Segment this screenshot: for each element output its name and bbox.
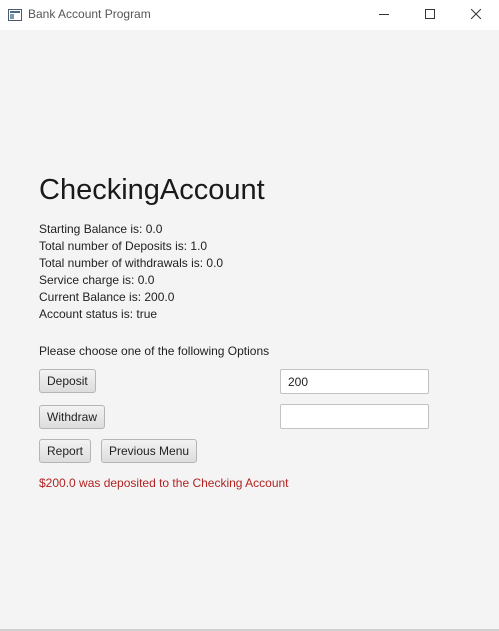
withdraw-amount-input[interactable]	[280, 404, 429, 429]
status-message: $200.0 was deposited to the Checking Acc…	[39, 476, 289, 490]
withdraw-button[interactable]: Withdraw	[39, 405, 106, 429]
deposits-count-text: Total number of Deposits is: 1.0	[39, 239, 208, 253]
deposit-amount-input[interactable]	[280, 369, 429, 394]
report-button[interactable]: Report	[39, 439, 92, 463]
window-title: Bank Account Program	[28, 7, 151, 21]
deposit-button[interactable]: Deposit	[39, 369, 96, 393]
java-app-icon	[8, 8, 22, 21]
account-heading: CheckingAccount	[39, 174, 265, 206]
app-window: Bank Account Program CheckingAccount Sta…	[0, 0, 499, 631]
previous-menu-button[interactable]: Previous Menu	[101, 439, 198, 463]
minimize-icon	[379, 6, 389, 24]
close-icon	[470, 6, 482, 24]
withdrawals-count-text: Total number of withdrawals is: 0.0	[39, 256, 224, 270]
content-pane: CheckingAccount Starting Balance is: 0.0…	[0, 30, 499, 631]
service-charge-text: Service charge is: 0.0	[39, 273, 155, 287]
starting-balance-text: Starting Balance is: 0.0	[39, 222, 163, 236]
close-button[interactable]	[453, 0, 499, 30]
maximize-icon	[425, 6, 435, 24]
current-balance-text: Current Balance is: 200.0	[39, 290, 175, 304]
maximize-button[interactable]	[407, 0, 453, 30]
account-status-text: Account status is: true	[39, 307, 158, 321]
options-prompt: Please choose one of the following Optio…	[39, 344, 270, 358]
title-bar: Bank Account Program	[0, 0, 499, 30]
minimize-button[interactable]	[361, 0, 407, 30]
